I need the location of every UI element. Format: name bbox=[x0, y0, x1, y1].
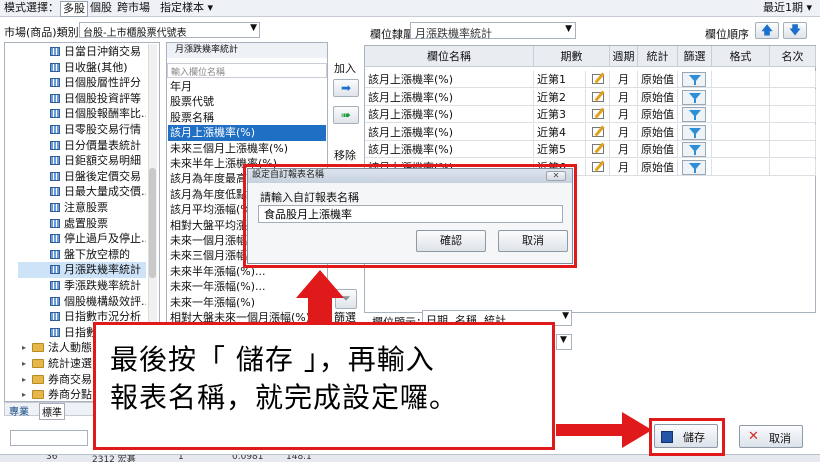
instruction-callout: 最後按「 儲存 」，再輸入 報表名稱，就完成設定囉。 bbox=[93, 322, 555, 450]
arrow-up-to-dialog bbox=[296, 270, 344, 324]
arrow-right-to-save bbox=[556, 412, 652, 448]
callout-line-1: 最後按「 儲存 」，再輸入 bbox=[110, 343, 435, 376]
callout-line-2: 報表名稱，就完成設定囉。 bbox=[110, 381, 459, 414]
save-highlight-frame bbox=[649, 418, 725, 456]
callout-text: 最後按「 儲存 」，再輸入 報表名稱，就完成設定囉。 bbox=[110, 341, 550, 417]
